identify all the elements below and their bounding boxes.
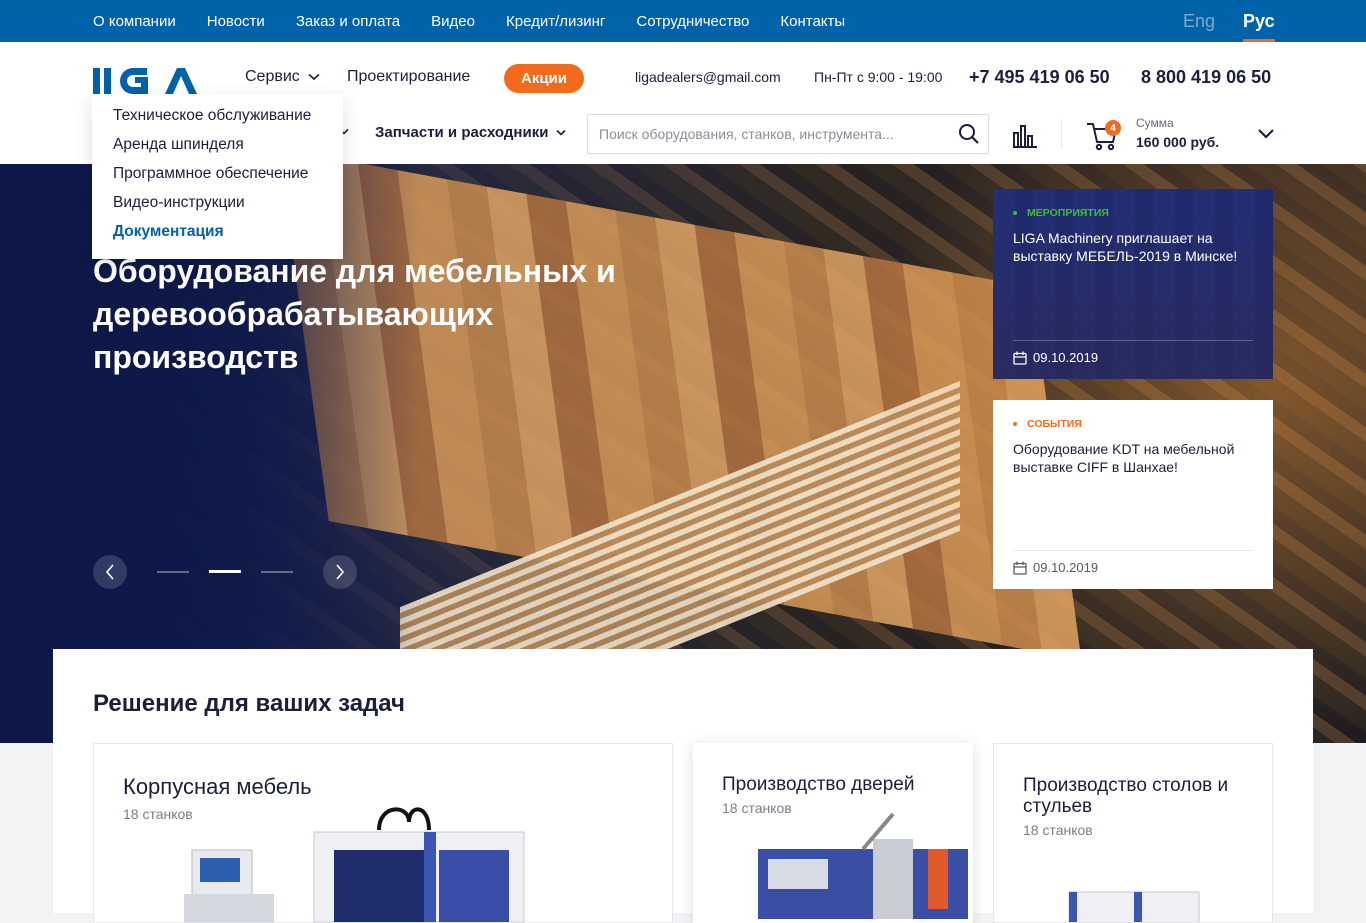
- top-nav-credit[interactable]: Кредит/лизинг: [506, 13, 605, 30]
- divider: [1013, 550, 1253, 551]
- top-nav-about[interactable]: О компании: [93, 13, 176, 30]
- lang-en[interactable]: Eng: [1183, 0, 1215, 42]
- chevron-down-icon: [556, 129, 567, 136]
- news-tag: События: [1013, 418, 1082, 430]
- cart-sum-label: Сумма: [1136, 116, 1174, 130]
- cart-count-badge: 4: [1105, 120, 1121, 136]
- news-title[interactable]: LIGA Machinery приглашает на выставку МЕ…: [1013, 229, 1253, 265]
- solution-card-title: Производство столов и стульев: [1023, 775, 1229, 817]
- liga-logo[interactable]: [93, 66, 203, 96]
- solution-card-title: Производство дверей: [722, 774, 915, 795]
- chevron-down-icon[interactable]: [1257, 128, 1275, 140]
- nav-parts-label: Запчасти и расходники: [375, 124, 549, 141]
- news-card[interactable]: События Оборудование KDT на мебельной вы…: [993, 400, 1273, 589]
- solution-card-count: 18 станков: [123, 806, 193, 822]
- news-card[interactable]: Мероприятия LIGA Machinery приглашает на…: [993, 189, 1273, 379]
- slider-next-button[interactable]: [323, 555, 357, 589]
- news-date: 09.10.2019: [1013, 560, 1098, 575]
- cnc-machine-image: [184, 807, 525, 922]
- chevron-right-icon: [336, 564, 345, 580]
- search-icon[interactable]: [958, 123, 980, 145]
- solution-card[interactable]: Производство дверей 18 станков: [693, 743, 973, 923]
- top-nav-contacts[interactable]: Контакты: [780, 13, 845, 30]
- solution-card[interactable]: Производство столов и стульев 18 станков: [993, 743, 1273, 923]
- news-tag: Мероприятия: [1013, 207, 1109, 219]
- phone-moscow[interactable]: +7 495 419 06 50: [969, 67, 1110, 88]
- solution-card[interactable]: Корпусная мебель 18 станков: [93, 743, 673, 923]
- hero-title: Оборудование для мебельных и деревообраб…: [93, 253, 616, 375]
- calendar-icon: [1013, 561, 1027, 575]
- table-machine-image: [1068, 891, 1200, 922]
- top-nav-news[interactable]: Новости: [207, 13, 265, 30]
- divider: [1013, 340, 1253, 341]
- solution-card-count: 18 станков: [1023, 822, 1093, 838]
- top-nav-order[interactable]: Заказ и оплата: [296, 13, 400, 30]
- solutions-title: Решение для ваших задач: [93, 690, 405, 717]
- service-menu-item[interactable]: Видео-инструкции: [92, 194, 343, 223]
- slider-dot[interactable]: [157, 571, 189, 573]
- slider-dot[interactable]: [261, 571, 293, 573]
- news-title[interactable]: Оборудование KDT на мебельной выставке C…: [1013, 440, 1253, 476]
- slider-dot-active[interactable]: [209, 570, 241, 573]
- cart-sum-value: 160 000 руб.: [1136, 134, 1220, 150]
- chevron-down-icon: [308, 73, 320, 81]
- news-date-text: 09.10.2019: [1033, 560, 1099, 575]
- nav-parts[interactable]: Запчасти и расходники: [375, 124, 567, 141]
- service-menu-item[interactable]: Программное обеспечение: [92, 165, 343, 194]
- search-input[interactable]: [599, 115, 939, 153]
- calendar-icon: [1013, 351, 1027, 365]
- top-nav: О компании Новости Заказ и оплата Видео …: [93, 0, 876, 42]
- top-nav-partnership[interactable]: Сотрудничество: [636, 13, 749, 30]
- news-date-text: 09.10.2019: [1033, 350, 1099, 365]
- promo-button[interactable]: Акции: [504, 64, 584, 93]
- compare-icon[interactable]: [1013, 124, 1037, 148]
- news-date: 09.10.2019: [1013, 350, 1098, 365]
- solution-card-title: Корпусная мебель: [123, 774, 312, 799]
- phone-free[interactable]: 8 800 419 06 50: [1141, 67, 1271, 88]
- lang-ru[interactable]: Рус: [1243, 0, 1275, 42]
- service-menu-item-active[interactable]: Документация: [92, 223, 343, 252]
- chevron-left-icon: [105, 564, 114, 580]
- top-bar: О компании Новости Заказ и оплата Видео …: [0, 0, 1366, 42]
- contact-email[interactable]: ligadealers@gmail.com: [635, 69, 781, 85]
- nav-design[interactable]: Проектирование: [347, 68, 470, 86]
- door-machine-image: [758, 812, 968, 919]
- divider: [1061, 119, 1062, 149]
- nav-service-label: Сервис: [245, 68, 300, 85]
- nav-service[interactable]: Сервис: [245, 68, 320, 86]
- service-menu-item[interactable]: Техническое обслуживание: [92, 107, 343, 136]
- service-dropdown: Техническое обслуживание Аренда шпинделя…: [92, 94, 343, 259]
- service-menu-item[interactable]: Аренда шпинделя: [92, 136, 343, 165]
- slider-prev-button[interactable]: [93, 555, 127, 589]
- search-box: [587, 114, 989, 154]
- top-nav-video[interactable]: Видео: [431, 13, 475, 30]
- working-hours: Пн-Пт с 9:00 - 19:00: [814, 69, 943, 85]
